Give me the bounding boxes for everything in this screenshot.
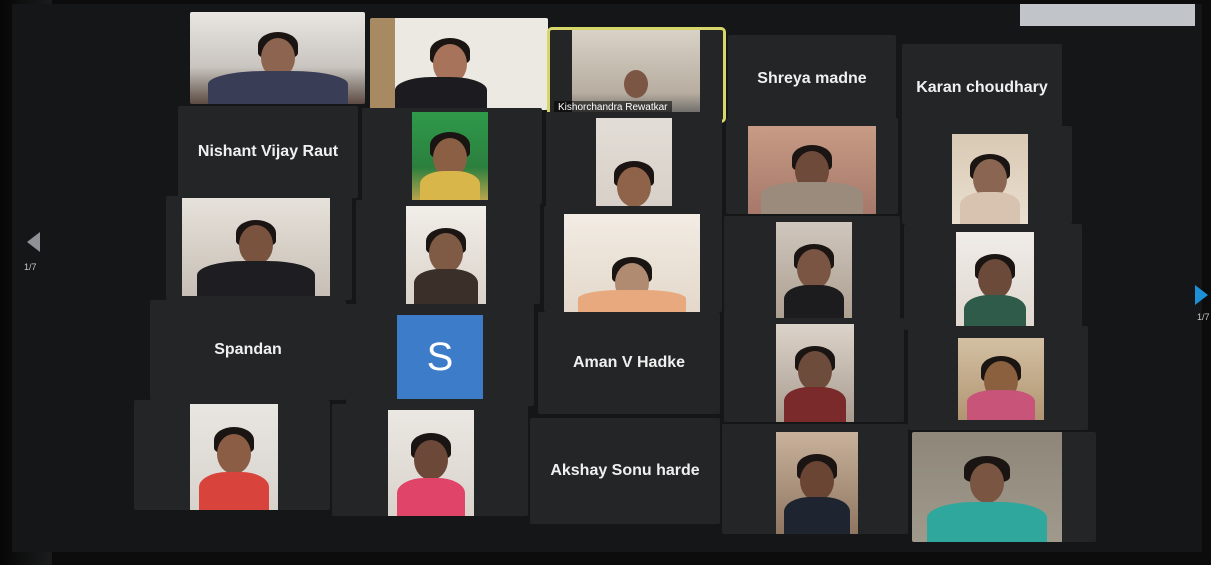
next-page-icon[interactable] <box>1195 285 1208 305</box>
video-feed <box>370 18 548 110</box>
person <box>577 290 687 312</box>
participant-video-tile[interactable] <box>362 108 542 204</box>
participant-video-tile[interactable] <box>332 404 528 516</box>
person <box>198 471 270 510</box>
video-feed <box>748 126 876 214</box>
participant-video-tile[interactable] <box>166 196 352 300</box>
participant-video-tile[interactable] <box>544 206 722 312</box>
video-feed <box>952 134 1028 224</box>
video-feed <box>190 12 365 104</box>
person <box>396 477 466 516</box>
person <box>966 390 1036 420</box>
video-feed <box>956 232 1034 330</box>
participant-name: Akshay Sonu harde <box>550 462 700 479</box>
participant-video-tile[interactable] <box>190 12 365 104</box>
person <box>783 386 847 422</box>
previous-page-icon[interactable] <box>27 232 40 252</box>
participant-video-tile[interactable] <box>134 400 330 510</box>
person <box>239 225 273 266</box>
person <box>783 284 845 320</box>
video-feed <box>406 206 486 304</box>
video-feed <box>958 338 1044 420</box>
person <box>414 439 448 480</box>
person <box>429 233 463 274</box>
video-feed <box>564 214 700 312</box>
person <box>927 502 1047 542</box>
participant-tile[interactable]: Akshay Sonu harde <box>530 418 720 524</box>
participant-tile[interactable]: Spandan <box>150 300 346 400</box>
participant-name: Shreya madne <box>757 70 867 87</box>
participant-video-tile[interactable] <box>724 318 904 422</box>
participant-name: Spandan <box>214 341 282 358</box>
person <box>963 294 1027 330</box>
person <box>784 497 850 534</box>
page-indicator-right: 1/7 <box>1197 312 1210 322</box>
person <box>800 460 834 501</box>
participant-name: Nishant Vijay Raut <box>197 143 339 160</box>
participant-tile[interactable]: Shreya madne <box>728 35 896 123</box>
person <box>959 191 1021 224</box>
participant-name: Aman V Hadke <box>572 354 686 371</box>
participant-name: Karan choudhary <box>916 79 1048 96</box>
video-feed <box>182 198 330 296</box>
page-indicator-left: 1/7 <box>24 262 37 272</box>
participant-avatar: S <box>397 315 483 399</box>
video-feed <box>596 118 672 208</box>
participant-video-tile[interactable] <box>726 118 898 214</box>
top-bar <box>1020 4 1195 26</box>
video-feed <box>190 404 278 510</box>
participant-video-tile[interactable] <box>370 18 548 110</box>
person <box>394 76 488 110</box>
video-feed <box>412 112 488 204</box>
video-feed <box>776 324 854 422</box>
person <box>207 70 348 104</box>
person <box>760 182 864 214</box>
person <box>617 166 651 207</box>
participant-video-tile[interactable] <box>724 216 900 320</box>
participant-video-tile[interactable] <box>912 432 1096 542</box>
person <box>978 259 1012 300</box>
person <box>970 462 1004 503</box>
person <box>624 69 648 98</box>
participant-tile[interactable]: Nishant Vijay Raut <box>178 106 358 198</box>
participant-video-tile[interactable] <box>546 112 722 208</box>
person <box>414 268 478 304</box>
participant-video-tile[interactable] <box>722 424 908 534</box>
video-feed <box>776 432 858 534</box>
participant-video-tile[interactable] <box>904 224 1082 330</box>
video-feed <box>388 410 474 516</box>
person <box>217 433 251 474</box>
participant-tile[interactable]: Karan choudhary <box>902 44 1062 132</box>
participant-video-tile[interactable] <box>908 326 1088 430</box>
person <box>196 260 316 296</box>
person <box>797 249 831 290</box>
video-feed <box>776 222 852 320</box>
participant-video-tile[interactable] <box>356 200 540 304</box>
participant-video-tile[interactable] <box>902 126 1072 224</box>
active-speaker-tile[interactable]: Kishorchandra Rewatkar <box>547 27 726 123</box>
participant-tile[interactable]: Aman V Hadke <box>538 312 720 414</box>
person <box>798 351 832 392</box>
video-feed <box>912 432 1062 542</box>
